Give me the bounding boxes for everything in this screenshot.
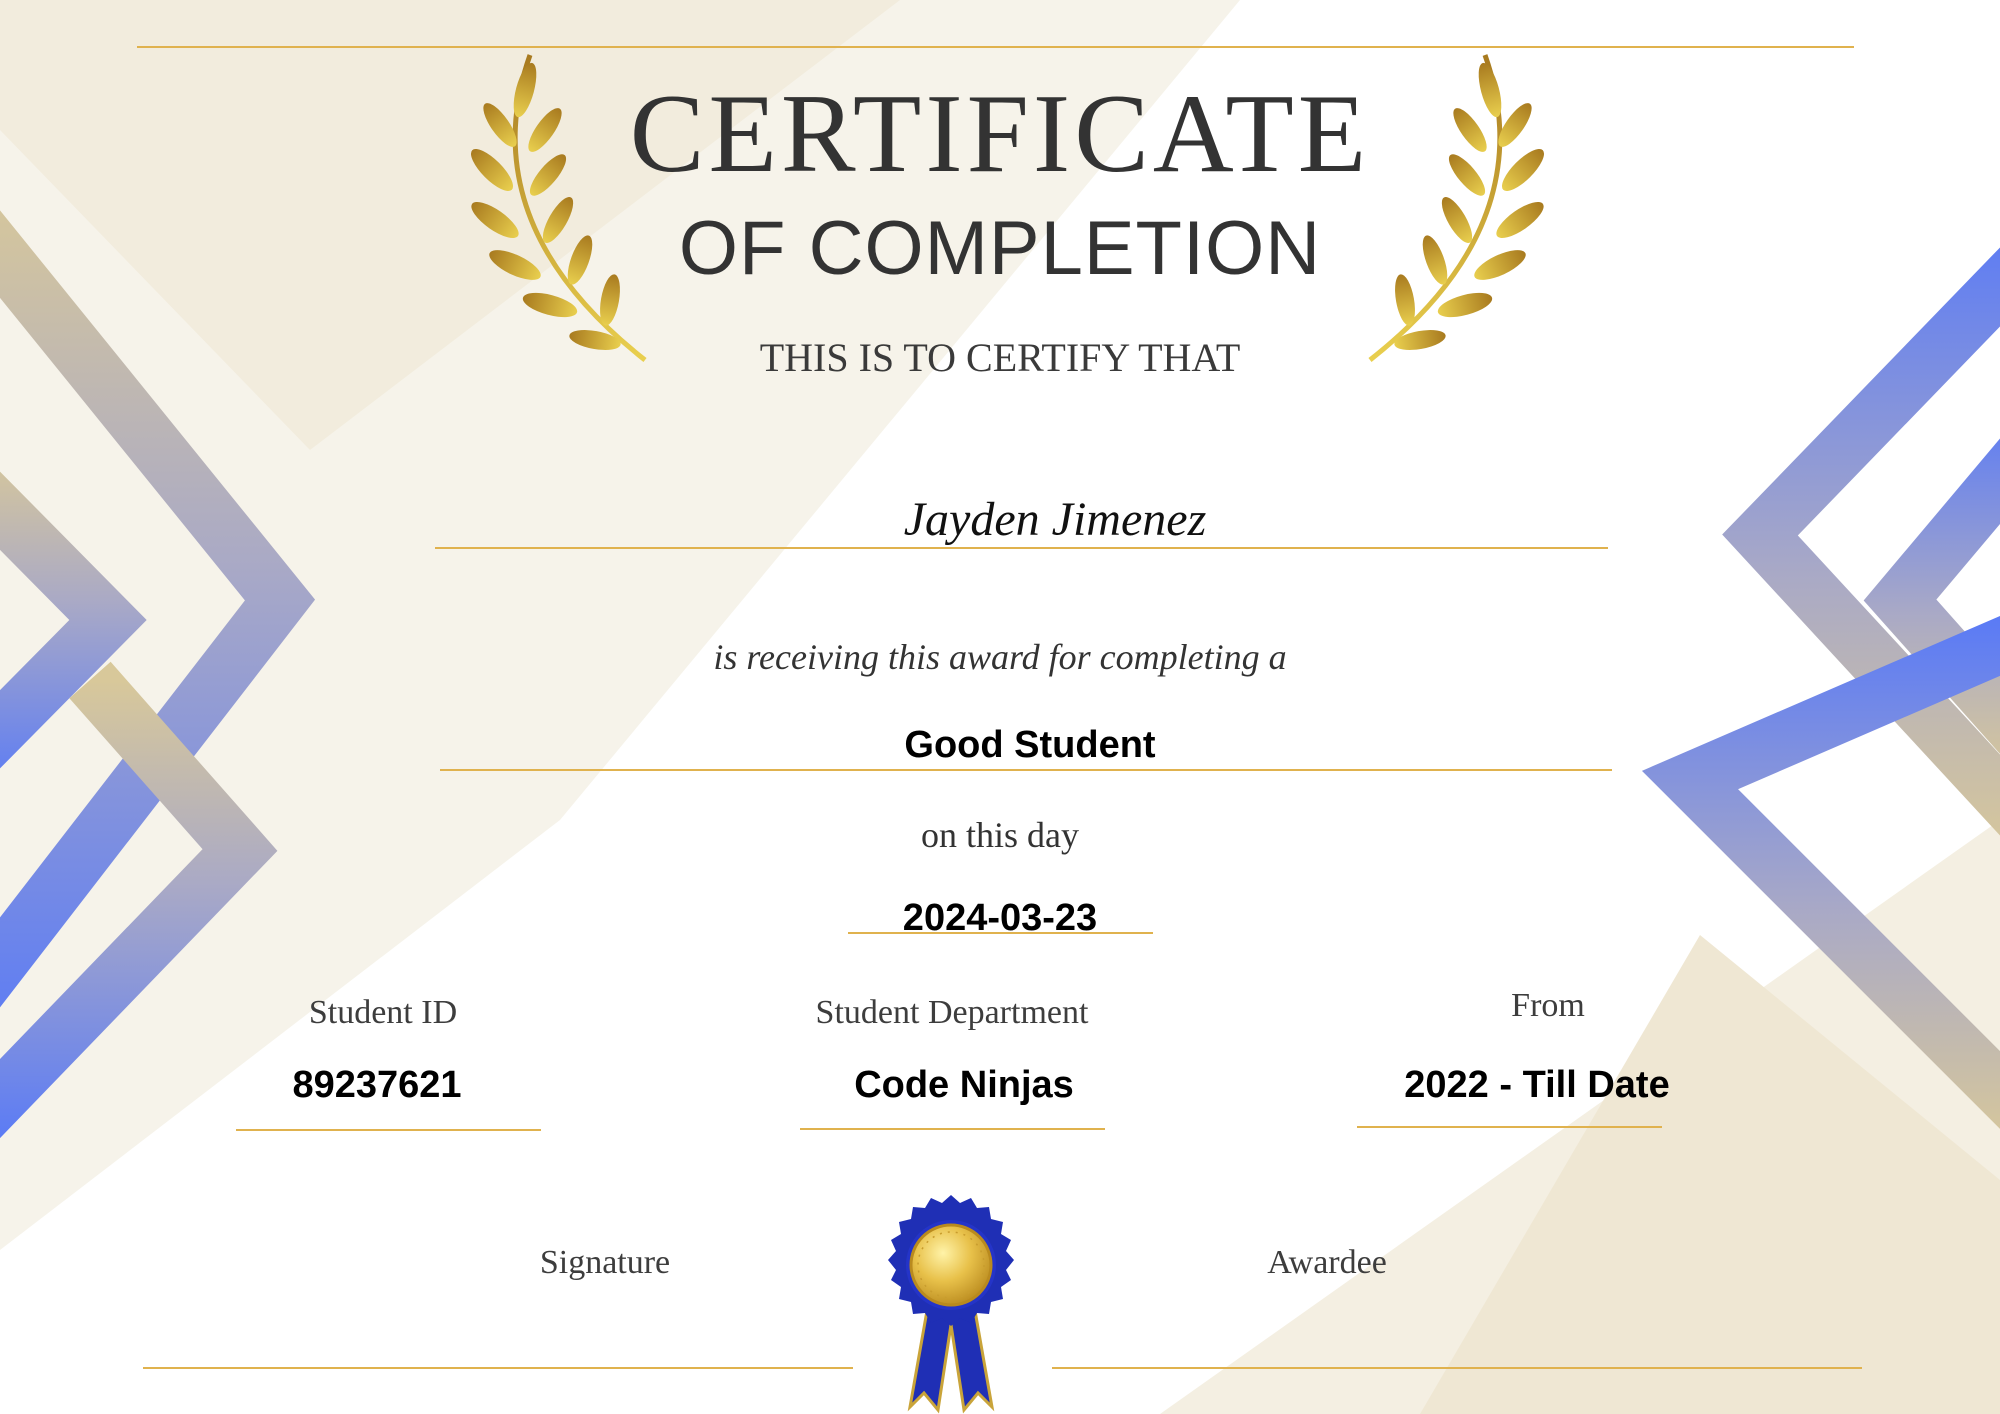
award-title-underline xyxy=(440,769,1612,771)
from-label: From xyxy=(1511,987,1585,1024)
student-id-underline xyxy=(236,1129,541,1131)
top-border-line xyxy=(137,46,1854,48)
award-title: Good Student xyxy=(904,724,1156,766)
award-description: is receiving this award for completing a xyxy=(713,637,1287,677)
from-value: 2022 - Till Date xyxy=(1404,1064,1670,1106)
certify-line: THIS IS TO CERTIFY THAT xyxy=(759,335,1241,380)
signature-label: Signature xyxy=(539,1244,671,1281)
department-label: Student Department xyxy=(815,994,1089,1031)
bottom-border-line-left xyxy=(143,1367,853,1369)
department-underline xyxy=(800,1128,1105,1130)
recipient-name-underline xyxy=(435,547,1608,549)
student-id-value: 89237621 xyxy=(292,1064,462,1106)
laurel-right-icon xyxy=(1368,54,1545,362)
department-value: Code Ninjas xyxy=(854,1064,1074,1106)
bottom-border-line-right xyxy=(1052,1367,1862,1369)
student-id-label: Student ID xyxy=(308,994,458,1031)
award-seal-icon xyxy=(888,1195,1014,1414)
award-date-underline xyxy=(848,932,1153,934)
certificate-page: CERTIFICATE OF COMPLETION THIS IS TO CER… xyxy=(0,0,2000,1414)
awardee-label: Awardee xyxy=(1267,1244,1387,1281)
certificate-title: CERTIFICATE xyxy=(629,72,1371,196)
day-line: on this day xyxy=(921,815,1079,855)
certificate-subtitle: OF COMPLETION xyxy=(678,206,1322,291)
recipient-name: Jayden Jimenez xyxy=(903,493,1207,546)
from-underline xyxy=(1357,1126,1662,1128)
